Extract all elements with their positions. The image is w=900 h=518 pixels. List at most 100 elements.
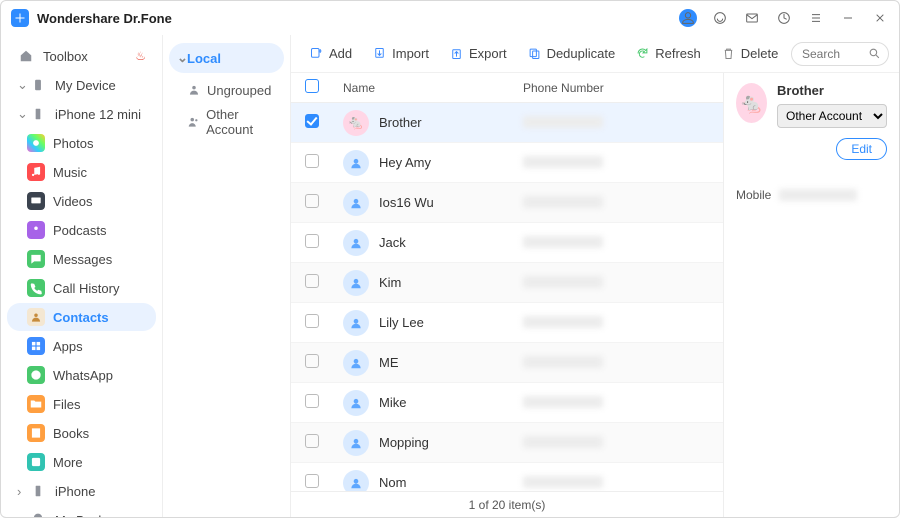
history-icon[interactable]	[775, 9, 793, 27]
export-button[interactable]: Export	[441, 42, 515, 65]
sidebar-mydevice[interactable]: ⌄ My Device	[7, 71, 156, 99]
chevron-right-icon: ›	[17, 513, 29, 518]
table-row[interactable]: Mike	[291, 383, 723, 423]
avatar	[343, 390, 369, 416]
messages-icon	[27, 250, 45, 268]
chevron-down-icon: ⌄	[177, 50, 187, 66]
row-checkbox[interactable]	[305, 394, 319, 408]
phone-value	[523, 396, 603, 408]
table-row[interactable]: Nom	[291, 463, 723, 491]
search-box[interactable]	[791, 42, 889, 66]
sidebar-item-music[interactable]: Music	[7, 158, 156, 186]
table-row[interactable]: Kim	[291, 263, 723, 303]
more-icon	[27, 453, 45, 471]
phone-icon	[29, 105, 47, 123]
phone-value	[523, 476, 603, 488]
group-other[interactable]: Other Account	[169, 107, 284, 137]
sidebar-item-messages[interactable]: Messages	[7, 245, 156, 273]
table-row[interactable]: Ios16 Wu	[291, 183, 723, 223]
avatar	[343, 230, 369, 256]
contact-list[interactable]: 🐁Brother Hey Amy Ios16 Wu Jack Kim Lily Lee ME…	[291, 103, 723, 491]
sidebar-item-photos[interactable]: Photos	[7, 129, 156, 157]
row-checkbox[interactable]	[305, 274, 319, 288]
contact-name: ME	[379, 355, 523, 370]
select-all-checkbox[interactable]	[305, 79, 319, 93]
people-icon	[187, 115, 202, 129]
sidebar-mybackup[interactable]: ›My Backup	[7, 506, 156, 518]
row-checkbox[interactable]	[305, 194, 319, 208]
col-name[interactable]: Name	[343, 81, 523, 95]
phone-value	[523, 356, 603, 368]
sidebar-item-podcasts[interactable]: Podcasts	[7, 216, 156, 244]
delete-button[interactable]: Delete	[713, 42, 787, 65]
avatar	[343, 470, 369, 492]
avatar	[343, 310, 369, 336]
whatsapp-icon	[27, 366, 45, 384]
table-row[interactable]: ME	[291, 343, 723, 383]
tv-icon	[27, 192, 45, 210]
table-row[interactable]: Hey Amy	[291, 143, 723, 183]
sidebar-item-apps[interactable]: Apps	[7, 332, 156, 360]
mail-icon[interactable]	[743, 9, 761, 27]
sidebar-iphone[interactable]: ›iPhone	[7, 477, 156, 505]
contact-name: Jack	[379, 235, 523, 250]
col-phone[interactable]: Phone Number	[523, 81, 604, 95]
row-checkbox[interactable]	[305, 474, 319, 488]
group-local[interactable]: ⌄Local	[169, 43, 284, 73]
list-icon[interactable]	[807, 9, 825, 27]
home-icon	[17, 47, 35, 65]
sidebar-item-contacts[interactable]: Contacts	[7, 303, 156, 331]
sidebar-item-more[interactable]: More	[7, 448, 156, 476]
sidebar-item-files[interactable]: Files	[7, 390, 156, 418]
row-checkbox[interactable]	[305, 234, 319, 248]
sidebar-item-callhistory[interactable]: Call History	[7, 274, 156, 302]
book-icon	[27, 424, 45, 442]
hot-icon: ♨	[135, 49, 146, 63]
avatar	[343, 270, 369, 296]
phone-value	[523, 116, 603, 128]
table-row[interactable]: Jack	[291, 223, 723, 263]
account-select[interactable]: Other Account	[777, 104, 887, 128]
photos-icon	[27, 134, 45, 152]
support-icon[interactable]	[711, 9, 729, 27]
sidebar-device[interactable]: ⌄ iPhone 12 mini	[7, 100, 156, 128]
contact-name: Mopping	[379, 435, 523, 450]
avatar	[343, 150, 369, 176]
phone-icon	[29, 482, 47, 500]
person-icon	[187, 83, 203, 97]
music-icon	[27, 163, 45, 181]
detail-pane: 🐁 Brother Other Account Edit Mobile	[723, 73, 899, 517]
sidebar-item-books[interactable]: Books	[7, 419, 156, 447]
import-button[interactable]: Import	[364, 42, 437, 65]
toolbar: Add Import Export Deduplicate Refresh De…	[291, 35, 899, 73]
close-button[interactable]	[871, 9, 889, 27]
group-ungrouped[interactable]: Ungrouped	[169, 75, 284, 105]
deduplicate-button[interactable]: Deduplicate	[519, 42, 624, 65]
refresh-button[interactable]: Refresh	[627, 42, 709, 65]
app-logo	[11, 9, 29, 27]
row-checkbox[interactable]	[305, 154, 319, 168]
phone-value	[523, 316, 603, 328]
add-button[interactable]: Add	[301, 42, 360, 65]
table-row[interactable]: 🐁Brother	[291, 103, 723, 143]
row-checkbox[interactable]	[305, 314, 319, 328]
table-row[interactable]: Mopping	[291, 423, 723, 463]
chevron-down-icon: ⌄	[17, 77, 29, 93]
contacts-icon	[27, 308, 45, 326]
row-checkbox[interactable]	[305, 354, 319, 368]
sidebar-toolbox[interactable]: Toolbox ♨	[7, 42, 156, 70]
sidebar-item-videos[interactable]: Videos	[7, 187, 156, 215]
row-checkbox[interactable]	[305, 434, 319, 448]
contact-name: Lily Lee	[379, 315, 523, 330]
detail-name: Brother	[777, 83, 887, 98]
row-checkbox[interactable]	[305, 114, 319, 128]
contact-name: Hey Amy	[379, 155, 523, 170]
avatar: 🐁	[343, 110, 369, 136]
minimize-button[interactable]	[839, 9, 857, 27]
table-row[interactable]: Lily Lee	[291, 303, 723, 343]
phone-value	[523, 276, 603, 288]
edit-button[interactable]: Edit	[836, 138, 887, 160]
groups-panel: ⌄Local Ungrouped Other Account	[163, 35, 291, 517]
sidebar-item-whatsapp[interactable]: WhatsApp	[7, 361, 156, 389]
account-icon[interactable]	[679, 9, 697, 27]
